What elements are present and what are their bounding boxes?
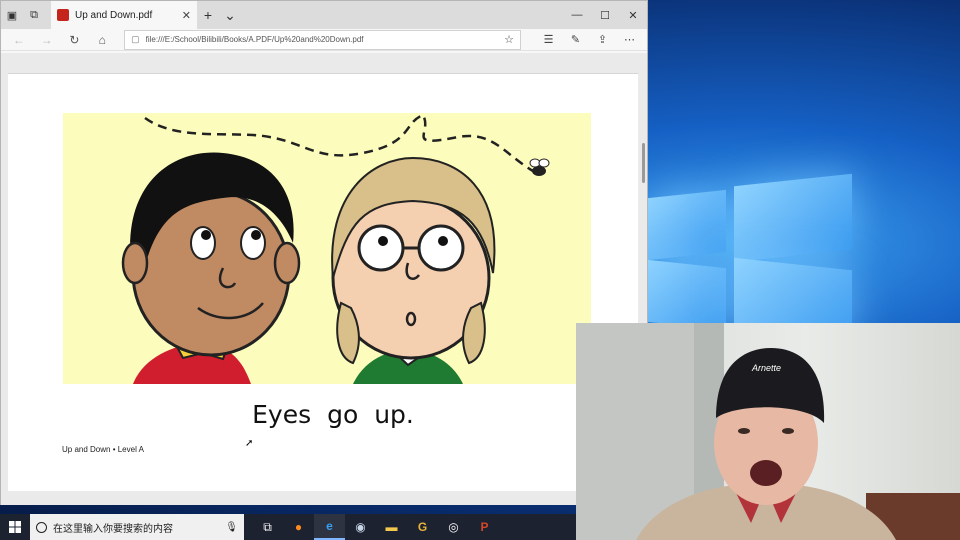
pdf-page: Eyes go up. Up and Down • Level A ➚ <box>8 73 638 491</box>
pdf-file-icon <box>57 9 69 21</box>
steam-icon[interactable]: ◉ <box>345 514 376 540</box>
close-tab-icon[interactable]: ✕ <box>182 9 191 22</box>
favorites-hub-icon[interactable]: ☰ <box>535 33 562 46</box>
page-caption: Eyes go up. <box>252 400 414 429</box>
file-icon: ▢ <box>131 34 140 44</box>
tab-pdf[interactable]: Up and Down.pdf ✕ <box>51 1 197 29</box>
file-explorer-icon[interactable]: ▬ <box>376 514 407 540</box>
start-button[interactable] <box>0 514 30 540</box>
close-window-icon[interactable]: ✕ <box>619 1 647 29</box>
microphone-icon[interactable]: 🎙 <box>225 522 238 533</box>
address-bar[interactable]: ▢ file:///E:/School/Bilibili/Books/A.PDF… <box>124 29 522 50</box>
favorite-star-icon[interactable]: ☆ <box>504 33 514 46</box>
bee-icon <box>529 158 550 176</box>
girl-figure <box>331 156 496 384</box>
address-url: file:///E:/School/Bilibili/Books/A.PDF/U… <box>145 35 364 44</box>
tab-actions-icon[interactable]: ▣ <box>1 1 23 29</box>
more-menu-icon[interactable]: ⋯ <box>616 33 643 46</box>
firefox-icon[interactable]: ● <box>283 514 314 540</box>
powerpoint-icon[interactable]: P <box>469 514 500 540</box>
obs-icon[interactable]: ◎ <box>438 514 469 540</box>
title-bar: ▣ ⧉ Up and Down.pdf ✕ + ⌄ — ☐ ✕ <box>1 1 647 29</box>
set-tabs-aside-icon[interactable]: ⧉ <box>23 1 45 29</box>
hat-logo-text: Arnette <box>751 363 781 373</box>
taskbar-apps: ⧉ ● e ◉ ▬ G ◎ P <box>252 514 500 540</box>
minimize-icon[interactable]: — <box>563 1 591 29</box>
task-view-icon[interactable]: ⧉ <box>252 514 283 540</box>
boy-figure <box>121 152 301 384</box>
window-controls: — ☐ ✕ <box>563 1 647 29</box>
g-app-icon[interactable]: G <box>407 514 438 540</box>
edge-icon[interactable]: e <box>314 514 345 540</box>
refresh-icon[interactable]: ↻ <box>61 33 89 47</box>
windows-start-icon <box>9 521 21 533</box>
search-placeholder: 在这里输入你要搜索的内容 <box>53 523 173 535</box>
taskbar-search-box[interactable]: 在这里输入你要搜索的内容 🎙 <box>30 514 244 540</box>
tab-title: Up and Down.pdf <box>75 9 153 21</box>
windows-logo-wallpaper <box>648 172 858 341</box>
chevron-down-icon[interactable]: ⌄ <box>219 7 241 24</box>
maximize-icon[interactable]: ☐ <box>591 1 619 29</box>
page-footer: Up and Down • Level A <box>62 445 144 454</box>
forward-icon[interactable]: → <box>33 33 61 47</box>
navigation-toolbar: ← → ↻ ⌂ ▢ file:///E:/School/Bilibili/Boo… <box>1 29 647 51</box>
back-icon[interactable]: ← <box>5 33 33 47</box>
book-illustration <box>63 113 591 384</box>
cortana-icon <box>36 521 47 533</box>
webcam-overlay: Arnette <box>576 323 960 540</box>
toolbar-right: ☰ ✎ ⇪ ⋯ <box>535 33 643 46</box>
mouse-cursor-icon: ➚ <box>245 438 254 449</box>
pdf-viewer[interactable]: Eyes go up. Up and Down • Level A ➚ <box>1 53 647 505</box>
vertical-scrollbar[interactable] <box>642 143 645 183</box>
webcam-person: Arnette <box>576 323 960 540</box>
edge-browser-window: ▣ ⧉ Up and Down.pdf ✕ + ⌄ — ☐ ✕ ← → ↻ ⌂ … <box>0 0 648 505</box>
home-icon[interactable]: ⌂ <box>88 33 116 47</box>
new-tab-icon[interactable]: + <box>197 7 219 23</box>
web-note-icon[interactable]: ✎ <box>562 33 589 46</box>
share-icon[interactable]: ⇪ <box>589 33 616 46</box>
two-children-illustration <box>121 113 550 384</box>
